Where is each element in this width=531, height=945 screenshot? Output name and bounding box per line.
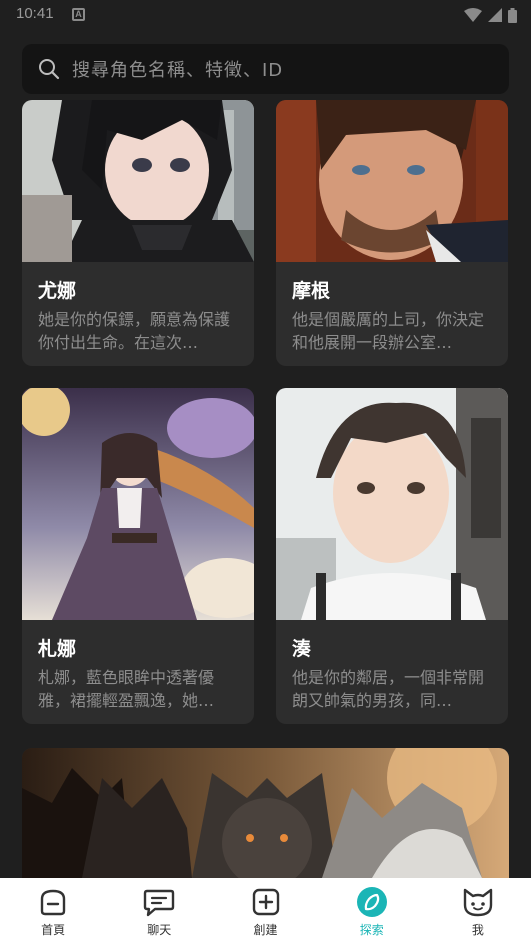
character-image — [276, 388, 508, 620]
nav-item-chat[interactable]: 聊天 — [106, 878, 212, 945]
character-name: 札娜 — [38, 638, 77, 660]
character-image — [22, 748, 509, 878]
nav-item-create[interactable]: 創建 — [212, 878, 318, 945]
nav-label: 創建 — [253, 923, 278, 937]
character-description: 她是你的保鏢，願意為保護你付出生命。在這次… — [38, 310, 231, 352]
create-icon — [252, 888, 279, 916]
profile-cat-icon — [463, 888, 493, 917]
status-icons — [464, 6, 517, 24]
status-bar: 10:41 A — [0, 0, 531, 30]
chat-icon — [144, 889, 175, 917]
nav-item-explore[interactable]: 探索 — [319, 878, 425, 945]
status-time: 10:41 — [16, 5, 54, 22]
search-input[interactable]: 搜尋角色名稱、特徵、ID — [22, 44, 509, 94]
nav-item-home[interactable]: 首頁 — [0, 878, 106, 945]
battery-icon — [508, 7, 517, 23]
character-image — [276, 100, 508, 262]
character-name: 尤娜 — [38, 280, 77, 302]
wifi-icon — [464, 8, 482, 22]
search-icon — [39, 59, 60, 80]
signal-icon — [488, 8, 502, 22]
character-name: 摩根 — [292, 280, 331, 302]
search-placeholder: 搜尋角色名稱、特徵、ID — [72, 60, 284, 81]
character-card[interactable]: 尤娜 她是你的保鏢，願意為保護你付出生命。在這次… — [22, 100, 254, 366]
explore-compass-icon — [356, 887, 387, 917]
character-card[interactable]: 湊 他是你的鄰居，一個非常開朗又帥氣的男孩，同… — [276, 388, 508, 724]
character-image — [22, 388, 254, 620]
character-description: 他是你的鄰居，一個非常開朗又帥氣的男孩，同… — [292, 668, 485, 710]
nav-item-profile[interactable]: 我 — [425, 878, 531, 945]
character-description: 他是個嚴厲的上司，你決定和他展開一段辦公室… — [292, 310, 485, 352]
bottom-navigation: 首頁 聊天 創建 探索 我 — [0, 878, 531, 945]
character-description: 札娜，藍色眼眸中透著優雅，裙擺輕盈飄逸，她… — [38, 668, 215, 710]
character-card[interactable]: 札娜 札娜，藍色眼眸中透著優雅，裙擺輕盈飄逸，她… — [22, 388, 254, 724]
character-image — [22, 100, 254, 262]
notification-icon: A — [72, 8, 85, 21]
nav-label: 我 — [471, 923, 484, 937]
character-card[interactable] — [22, 748, 509, 878]
character-name: 湊 — [292, 638, 312, 660]
nav-label: 探索 — [359, 923, 384, 937]
character-card[interactable]: 摩根 他是個嚴厲的上司，你決定和他展開一段辦公室… — [276, 100, 508, 366]
nav-label: 聊天 — [147, 923, 172, 937]
home-icon — [40, 889, 66, 916]
nav-label: 首頁 — [41, 923, 66, 937]
